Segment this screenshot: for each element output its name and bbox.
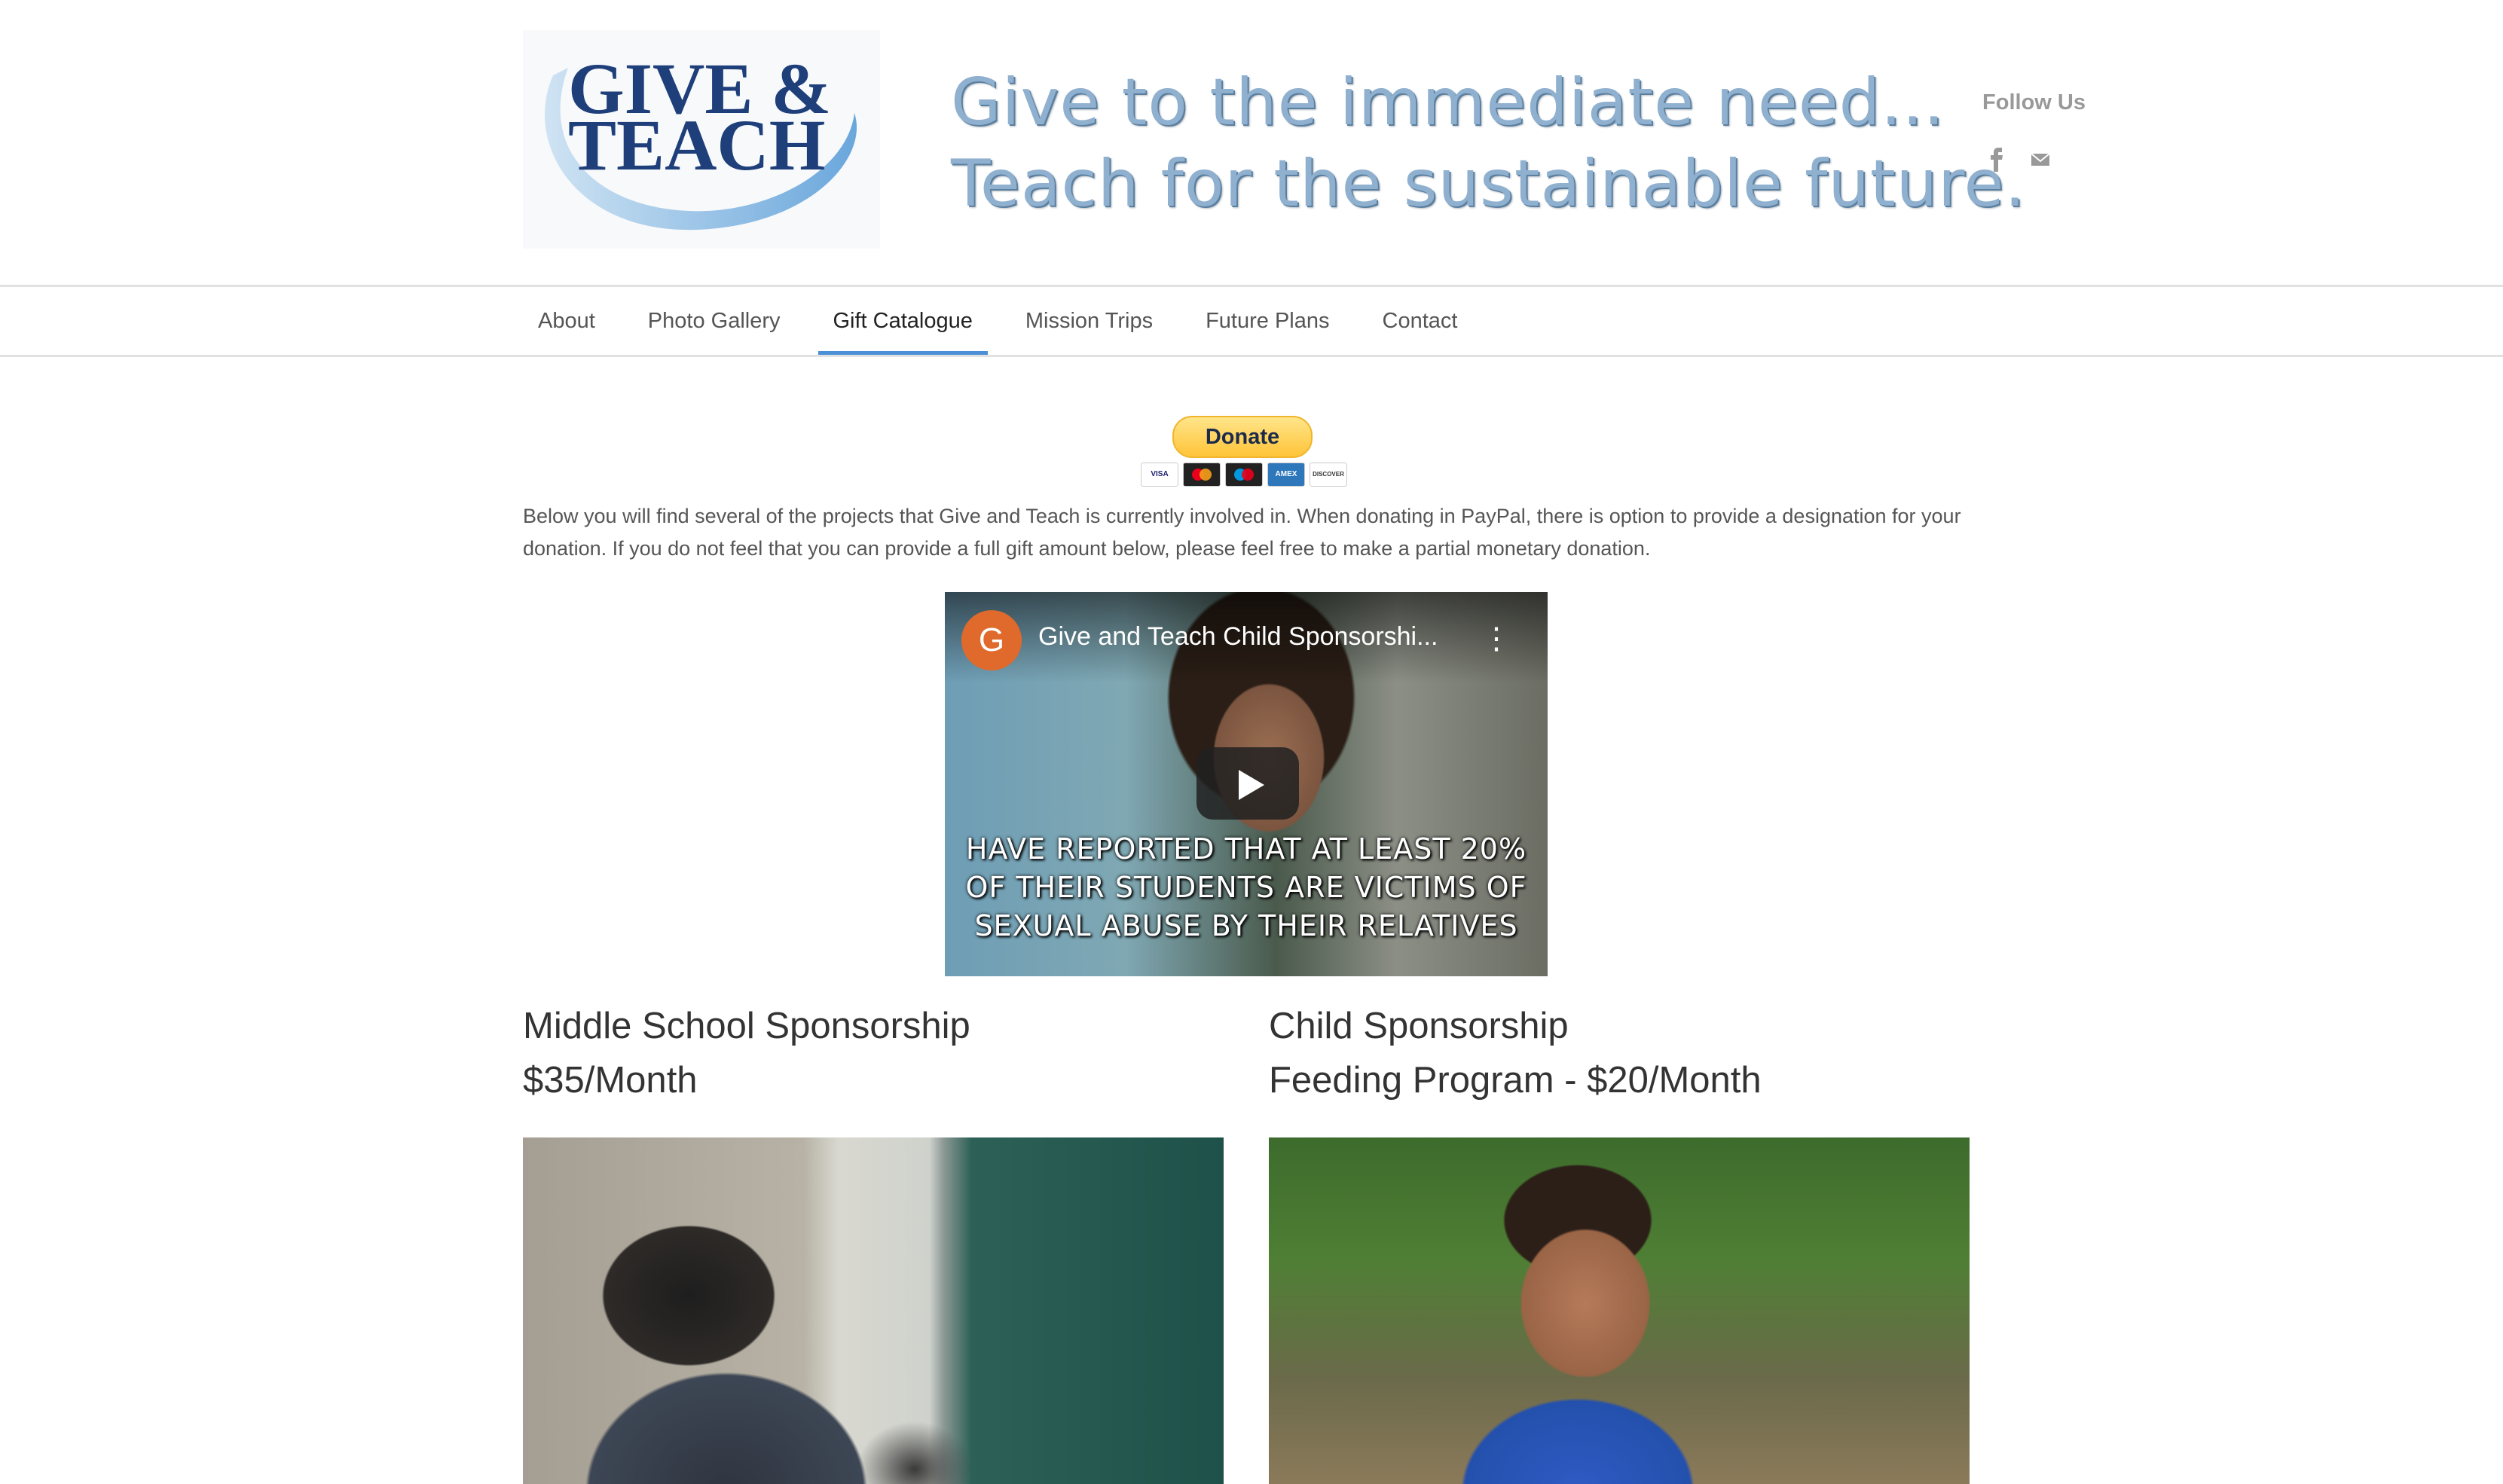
- nav-item-photo-gallery[interactable]: Photo Gallery: [633, 287, 796, 355]
- more-vert-icon[interactable]: ⋮: [1481, 622, 1511, 660]
- follow-us-label: Follow Us: [1982, 90, 2086, 115]
- maestro-card-icon: [1225, 463, 1263, 487]
- nav-item-future-plans[interactable]: Future Plans: [1190, 287, 1344, 355]
- social-links: [1980, 143, 2064, 176]
- channel-avatar[interactable]: G: [961, 610, 1022, 670]
- project-title: Middle School Sponsorship: [523, 1006, 970, 1046]
- paypal-donate: Donate VISA AMEX DISCOVER: [1141, 416, 1352, 487]
- email-icon[interactable]: [2024, 143, 2057, 176]
- site-header: GIVE & TEACH Give to the immediate need.…: [0, 0, 2503, 287]
- amex-card-icon: AMEX: [1267, 463, 1305, 487]
- tagline: Give to the immediate need... Teach for …: [951, 62, 2026, 224]
- main-nav: About Photo Gallery Gift Catalogue Missi…: [0, 287, 2503, 357]
- nav-item-gift-catalogue[interactable]: Gift Catalogue: [818, 287, 989, 355]
- nav-item-about[interactable]: About: [523, 287, 610, 355]
- project-price: $35/Month: [523, 1060, 698, 1101]
- tagline-line-2: Teach for the sustainable future.: [951, 146, 2026, 221]
- tagline-line-1: Give to the immediate need...: [951, 65, 1945, 140]
- mastercard-card-icon: [1183, 463, 1221, 487]
- project-child-sponsorship: Child Sponsorship Feeding Program - $20/…: [1269, 999, 1971, 1484]
- video-caption-line-2: OF THEIR STUDENTS ARE VICTIMS OF: [965, 871, 1527, 904]
- nav-item-mission-trips[interactable]: Mission Trips: [1010, 287, 1168, 355]
- youtube-video-embed[interactable]: G Give and Teach Child Sponsorshi... ⋮ H…: [945, 592, 1548, 976]
- video-title[interactable]: Give and Teach Child Sponsorshi...: [1038, 622, 1438, 652]
- project-title: Child Sponsorship: [1269, 1006, 1569, 1046]
- give-and-teach-logo[interactable]: GIVE & TEACH: [523, 30, 880, 249]
- facebook-icon[interactable]: [1980, 143, 2013, 176]
- project-price: Feeding Program - $20/Month: [1269, 1060, 1762, 1101]
- video-caption-line-3: SEXUAL ABUSE BY THEIR RELATIVES: [974, 909, 1518, 942]
- discover-card-icon: DISCOVER: [1310, 463, 1347, 487]
- project-middle-school: Middle School Sponsorship $35/Month: [523, 999, 1225, 1484]
- visa-card-icon: VISA: [1141, 463, 1178, 487]
- logo-text-line2: TEACH: [568, 105, 825, 185]
- intro-text: Below you will find several of the proje…: [523, 505, 1961, 560]
- play-button-icon[interactable]: [1196, 747, 1299, 820]
- payment-cards: VISA AMEX DISCOVER: [1141, 463, 1352, 487]
- nav-item-contact[interactable]: Contact: [1368, 287, 1473, 355]
- donate-button[interactable]: Donate: [1172, 416, 1313, 458]
- middle-school-photo[interactable]: [523, 1137, 1224, 1484]
- follow-us: Follow Us: [1920, 90, 2086, 115]
- video-caption: HAVE REPORTED THAT AT LEAST 20% OF THEIR…: [945, 830, 1548, 945]
- child-sponsorship-photo[interactable]: [1269, 1137, 1970, 1484]
- video-caption-line-1: HAVE REPORTED THAT AT LEAST 20%: [965, 832, 1527, 866]
